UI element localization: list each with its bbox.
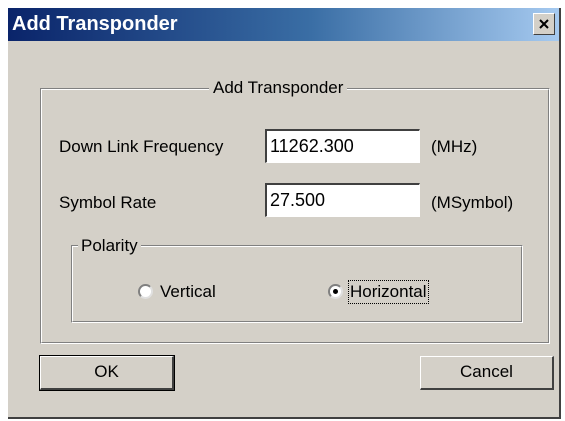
downlink-frequency-label: Down Link Frequency xyxy=(59,137,224,156)
polarity-group: Polarity Vertical Horizontal xyxy=(71,236,523,323)
add-transponder-dialog: Add Transponder Add Transponder Down Lin… xyxy=(8,8,561,419)
downlink-frequency-unit: (MHz) xyxy=(431,137,478,156)
horizontal-radio-label[interactable]: Horizontal xyxy=(348,280,429,304)
vertical-radio-label[interactable]: Vertical xyxy=(160,282,216,302)
close-button[interactable] xyxy=(533,13,555,35)
symbol-rate-input[interactable]: 27.500 xyxy=(265,183,420,217)
cancel-button[interactable]: Cancel xyxy=(420,356,554,390)
group-legend: Add Transponder xyxy=(209,78,348,98)
horizontal-radio[interactable] xyxy=(328,284,343,299)
close-icon xyxy=(539,19,549,29)
window-title: Add Transponder xyxy=(12,13,178,35)
vertical-radio[interactable] xyxy=(138,284,153,299)
ok-button[interactable]: OK xyxy=(39,355,175,391)
symbol-rate-label: Symbol Rate xyxy=(59,193,157,212)
radio-selected-dot xyxy=(333,289,338,294)
add-transponder-group: Add Transponder Down Link Frequency 1126… xyxy=(40,78,550,344)
downlink-frequency-input[interactable]: 11262.300 xyxy=(265,129,420,163)
title-bar[interactable]: Add Transponder xyxy=(8,8,559,41)
symbol-rate-unit: (MSymbol) xyxy=(431,193,514,212)
polarity-legend: Polarity xyxy=(78,236,141,256)
